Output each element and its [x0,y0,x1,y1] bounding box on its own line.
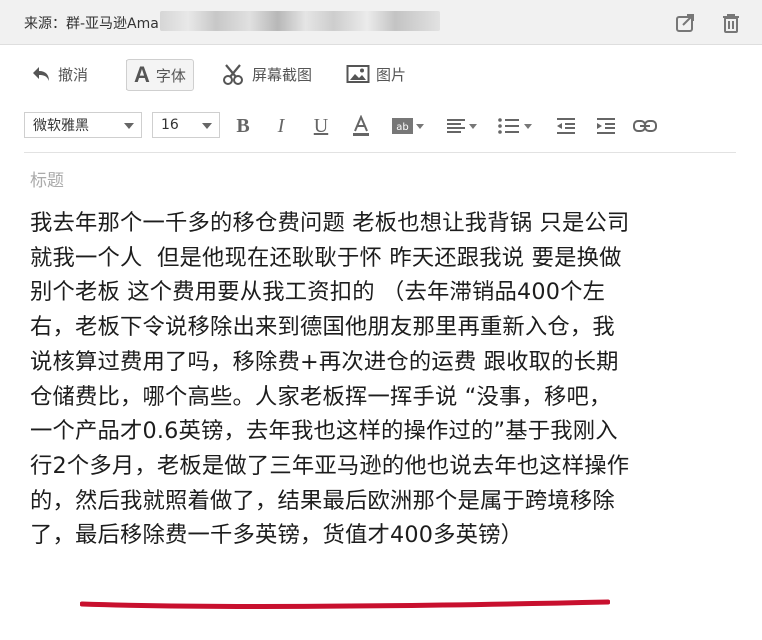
underline-icon: U [313,114,329,137]
indent-icon [597,118,615,134]
outdent-icon [557,118,575,134]
undo-icon [33,67,49,81]
toolbar-divider-line [24,152,736,153]
screenshot-button[interactable]: 屏幕截图 [222,58,312,90]
font-family-value: 微软雅黑 [33,118,89,134]
body-line: 说核算过费用了吗，移除费+再次进仓的运费 跟收取的长期 [30,348,619,375]
link-button[interactable] [632,114,658,138]
source-label: 来源：群-亚马逊Ama [24,16,159,32]
chevron-down-icon [124,123,134,129]
message-body[interactable]: 我去年那个一千多的移仓费问题 老板也想让我背锅 只是公司 就我一个人 但是他现在… [30,206,752,553]
bullet-list-icon [498,118,532,134]
bold-icon: B [236,114,250,137]
font-color-button[interactable] [350,114,372,138]
undo-button[interactable]: 撤消 [30,58,88,90]
body-line: 别个老板 这个费用要从我工资扣的 （去年滞销品400个左 [30,279,606,306]
link-icon [633,120,657,132]
image-button[interactable]: 图片 [346,58,406,90]
font-family-select[interactable]: 微软雅黑 [24,112,142,138]
redacted-text [160,11,440,31]
underline-button[interactable]: U [310,114,332,138]
font-a-icon: A [134,62,150,87]
body-line: 了，最后移除费一千多英镑，货值才400多英镑） [30,518,752,553]
font-size-value: 16 [161,117,179,133]
svg-text:ab: ab [396,122,408,133]
body-line: 的，然后我就照着做了，结果最后欧洲那个是属于跨境移除 [30,487,615,514]
outdent-button[interactable] [554,114,578,138]
chevron-down-icon [202,123,212,129]
italic-icon: I [277,114,285,137]
image-icon [346,65,370,83]
body-line: 仓储费比，哪个高些。人家老板挥一挥手说 “没事，移吧， [30,383,612,410]
editor-toolbar: 撤消 A 字体 屏幕截图 图片 [30,58,730,92]
font-size-select[interactable]: 16 [152,112,220,138]
font-button[interactable]: A 字体 [126,59,194,91]
list-button[interactable] [496,114,536,138]
share-icon[interactable] [672,10,698,36]
body-line: 我去年那个一千多的移仓费问题 老板也想让我背锅 只是公司 [30,210,630,236]
body-line: 就我一个人 但是他现在还耿耿于怀 昨天还跟我说 要是换做 [30,244,622,271]
italic-button[interactable]: I [270,114,292,138]
last-line-prefix: 了， [30,522,75,549]
undo-label: 撤消 [58,65,89,84]
trash-icon[interactable] [718,10,744,36]
font-color-icon [353,115,369,136]
align-button[interactable] [444,114,480,138]
screenshot-label: 屏幕截图 [252,65,313,84]
body-line: 右，老板下令说移除出来到德国他朋友那里再重新入仓，我 [30,314,615,341]
bold-button[interactable]: B [232,114,254,138]
indent-button[interactable] [594,114,618,138]
body-line: 行2个多月，老板是做了三年亚马逊的他也说去年也这样操作 [30,452,630,479]
subject-input[interactable]: 标题 [30,166,64,191]
align-left-icon [447,119,477,133]
font-label: 字体 [155,66,186,85]
image-label: 图片 [376,65,407,84]
message-header: 来源：群-亚马逊Ama [0,0,762,45]
scissors-icon [223,64,243,85]
body-line: 一个产品才0.6英镑，去年我也这样的操作过的”基于我刚入 [30,418,618,445]
highlight-button[interactable]: ab [390,114,428,138]
highlighted-sentence: 最后移除费一千多英镑，货值才400多英镑） [75,522,524,549]
highlight-color-icon: ab [392,118,424,134]
red-underline-annotation [80,599,610,609]
